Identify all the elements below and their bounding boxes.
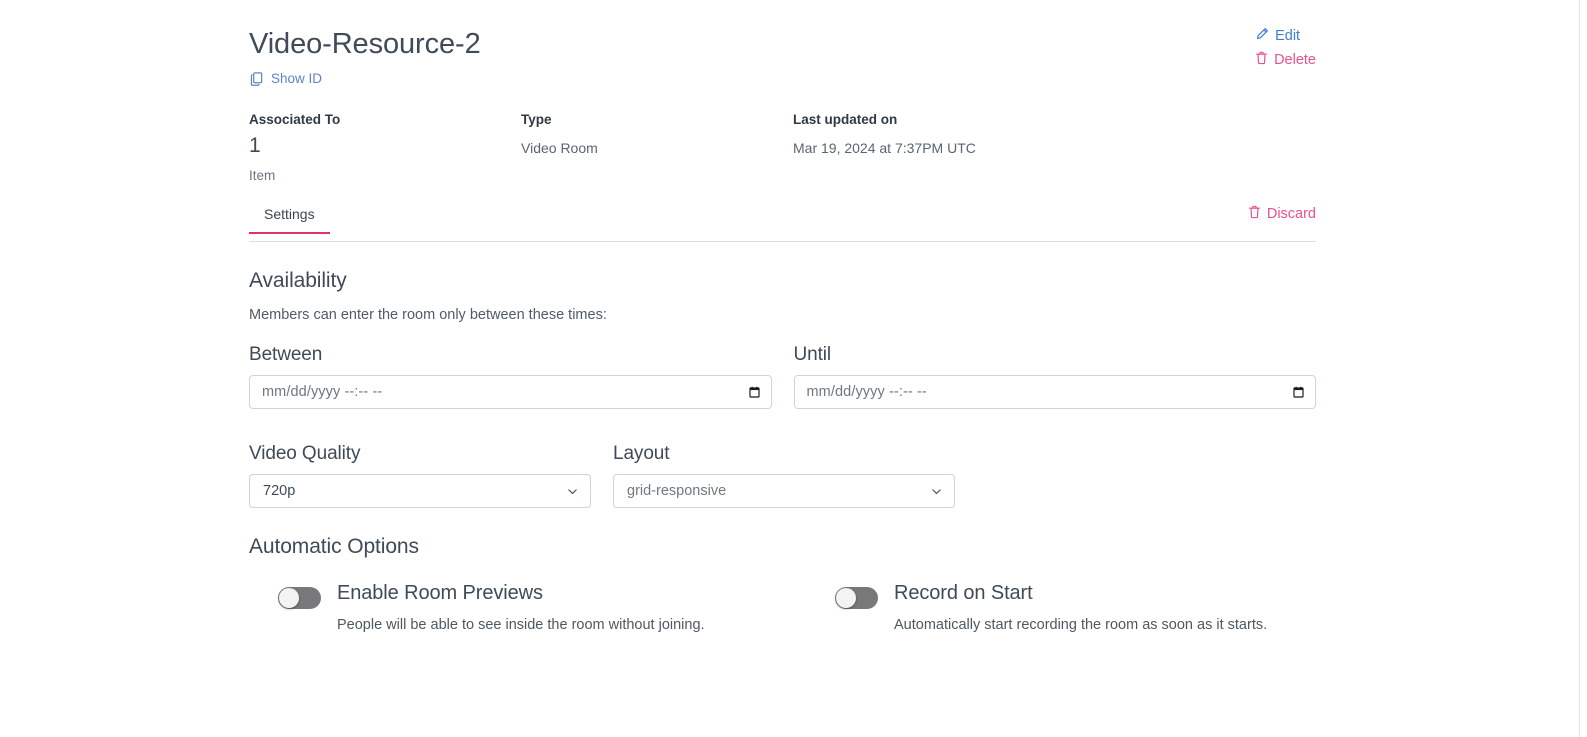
meta-label: Associated To bbox=[249, 112, 341, 128]
meta-label: Last updated on bbox=[793, 112, 898, 128]
toggle-enable-room-previews: Enable Room Previews People will be able… bbox=[249, 581, 809, 637]
pencil-icon bbox=[1255, 27, 1269, 45]
meta-label: Type bbox=[521, 112, 552, 128]
page-header: Video-Resource-2 Show ID Edit Delete bbox=[249, 0, 1316, 91]
video-quality-label: Video Quality bbox=[249, 443, 361, 465]
calendar-icon[interactable] bbox=[747, 385, 762, 400]
enable-room-previews-switch[interactable] bbox=[278, 587, 321, 610]
video-quality-value: 720p bbox=[263, 483, 296, 500]
between-placeholder: mm/dd/yyyy --:-- -- bbox=[262, 384, 383, 401]
toggle-title: Enable Room Previews bbox=[337, 582, 543, 605]
field-video-quality: Video Quality 720p bbox=[249, 443, 591, 509]
availability-fields: Between mm/dd/yyyy --:-- -- Until mm/dd/… bbox=[249, 344, 1316, 410]
availability-description: Members can enter the room only between … bbox=[249, 307, 607, 324]
switch-knob bbox=[279, 588, 299, 609]
layout-label: Layout bbox=[613, 443, 670, 465]
availability-title: Availability bbox=[249, 269, 347, 293]
delete-label: Delete bbox=[1274, 52, 1316, 68]
discard-label: Discard bbox=[1266, 206, 1316, 223]
meta-value: Mar 19, 2024 at 7:37PM UTC bbox=[793, 139, 976, 156]
meta-associated-to: Associated To 1 Item bbox=[249, 111, 521, 183]
meta-value: Video Room bbox=[521, 139, 598, 156]
automatic-options-toggles: Enable Room Previews People will be able… bbox=[249, 581, 1316, 637]
trash-icon bbox=[1255, 51, 1268, 69]
toggle-text: Record on Start Automatically start reco… bbox=[894, 581, 1267, 637]
tab-bar: Settings Discard bbox=[249, 205, 1316, 243]
automatic-options-title: Automatic Options bbox=[249, 535, 419, 559]
meta-type: Type Video Room bbox=[521, 111, 793, 183]
until-placeholder: mm/dd/yyyy --:-- -- bbox=[806, 384, 927, 401]
until-label: Until bbox=[793, 344, 832, 366]
field-until: Until mm/dd/yyyy --:-- -- bbox=[793, 344, 1316, 410]
resource-detail-page: Video-Resource-2 Show ID Edit Delete Ass… bbox=[0, 0, 1580, 737]
edit-label: Edit bbox=[1275, 28, 1301, 44]
meta-sublabel: Item bbox=[249, 168, 276, 184]
delete-button[interactable]: Delete bbox=[1255, 51, 1316, 69]
header-actions: Edit Delete bbox=[1255, 27, 1316, 69]
discard-button[interactable]: Discard bbox=[1248, 205, 1316, 223]
toggle-description: Automatically start recording the room a… bbox=[894, 617, 1268, 634]
until-datetime-input[interactable]: mm/dd/yyyy --:-- -- bbox=[793, 375, 1316, 410]
tab-label: Settings bbox=[264, 206, 315, 223]
field-layout: Layout grid-responsive bbox=[613, 443, 955, 509]
toggle-record-on-start: Record on Start Automatically start reco… bbox=[809, 581, 1309, 637]
toggle-text: Enable Room Previews People will be able… bbox=[337, 581, 705, 637]
metadata-row: Associated To 1 Item Type Video Room Las… bbox=[249, 111, 1316, 183]
between-label: Between bbox=[249, 344, 323, 366]
record-on-start-switch[interactable] bbox=[835, 587, 878, 610]
show-id-label: Show ID bbox=[271, 71, 323, 87]
edit-button[interactable]: Edit bbox=[1255, 27, 1300, 45]
toggle-title: Record on Start bbox=[894, 582, 1033, 605]
calendar-icon[interactable] bbox=[1291, 385, 1306, 400]
toggle-description: People will be able to see inside the ro… bbox=[337, 617, 705, 634]
field-between: Between mm/dd/yyyy --:-- -- bbox=[249, 344, 772, 410]
content-container: Video-Resource-2 Show ID Edit Delete Ass… bbox=[249, 0, 1316, 638]
tab-settings[interactable]: Settings bbox=[249, 206, 330, 235]
meta-value: 1 bbox=[249, 133, 261, 157]
show-id-button[interactable]: Show ID bbox=[249, 71, 322, 86]
meta-last-updated: Last updated on Mar 19, 2024 at 7:37PM U… bbox=[793, 111, 1213, 183]
trash-icon bbox=[1248, 205, 1261, 223]
chevron-down-icon bbox=[566, 485, 579, 498]
between-datetime-input[interactable]: mm/dd/yyyy --:-- -- bbox=[249, 375, 772, 410]
video-quality-select[interactable]: 720p bbox=[249, 474, 591, 509]
copy-icon bbox=[249, 71, 264, 87]
chevron-down-icon bbox=[930, 485, 943, 498]
select-row: Video Quality 720p Layout grid-responsiv… bbox=[249, 443, 1316, 509]
layout-value: grid-responsive bbox=[627, 483, 727, 500]
switch-knob bbox=[836, 588, 856, 609]
layout-select[interactable]: grid-responsive bbox=[613, 474, 955, 509]
page-title: Video-Resource-2 bbox=[249, 28, 481, 60]
